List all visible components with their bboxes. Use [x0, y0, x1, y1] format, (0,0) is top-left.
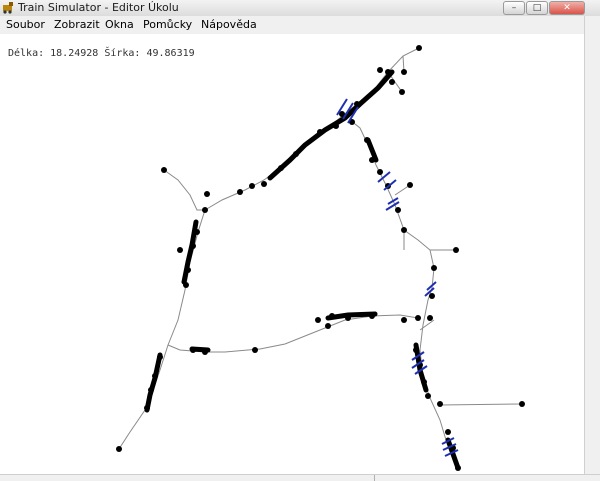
minimize-button[interactable]: – — [503, 1, 525, 15]
track-node — [407, 182, 413, 188]
track-node — [329, 313, 335, 319]
track-node — [425, 393, 431, 399]
track-node — [431, 265, 437, 271]
track-node — [317, 129, 323, 135]
right-panel — [584, 16, 600, 480]
track-node — [395, 207, 401, 213]
menu-bar: Soubor Zobrazit Okna Pomůcky Nápověda — [0, 16, 588, 35]
maximize-button[interactable]: □ — [526, 1, 548, 15]
track-node — [190, 243, 196, 249]
station-track — [325, 311, 378, 321]
menu-okna[interactable]: Okna — [103, 17, 136, 33]
track-node — [385, 69, 391, 75]
track-map[interactable] — [0, 34, 584, 474]
track-segment — [349, 119, 459, 469]
station-clusters — [144, 69, 461, 471]
track-node — [399, 89, 405, 95]
track-node — [401, 69, 407, 75]
track-nodes — [116, 45, 525, 471]
track-node — [144, 405, 150, 411]
track-node — [415, 315, 421, 321]
track-node — [325, 323, 331, 329]
track-node — [315, 317, 321, 323]
track-segment — [439, 403, 523, 406]
menu-zobrazit[interactable]: Zobrazit — [52, 17, 102, 33]
track-segment — [163, 169, 205, 211]
track-node — [202, 207, 208, 213]
track-node — [427, 315, 433, 321]
track-node — [401, 317, 407, 323]
track-node — [293, 151, 299, 157]
track-node — [190, 347, 196, 353]
track-node — [185, 267, 191, 273]
track-node — [369, 157, 375, 163]
track-node — [148, 387, 154, 393]
track-segment — [419, 319, 435, 331]
track-node — [161, 167, 167, 173]
track-node — [202, 349, 208, 355]
track-node — [261, 181, 267, 187]
track-node — [278, 165, 284, 171]
track-node — [519, 401, 525, 407]
locomotive-icon — [3, 2, 13, 14]
status-divider — [374, 475, 375, 481]
track-node — [333, 123, 339, 129]
track-node — [413, 347, 419, 353]
track-node — [437, 401, 443, 407]
track-node — [152, 373, 158, 379]
track-node — [252, 347, 258, 353]
track-node — [377, 169, 383, 175]
track-node — [354, 101, 360, 107]
title-bar: Train Simulator - Editor Úkolu – □ ✕ — [0, 0, 600, 17]
track-node — [377, 67, 383, 73]
track-node — [416, 45, 422, 51]
track-node — [445, 429, 451, 435]
track-node — [157, 354, 163, 360]
track-node — [401, 227, 407, 233]
menu-soubor[interactable]: Soubor — [4, 17, 47, 33]
menu-napoveda[interactable]: Nápověda — [199, 17, 259, 33]
track-node — [177, 247, 183, 253]
track-node — [204, 191, 210, 197]
track-segment — [167, 314, 419, 353]
track-node — [369, 313, 375, 319]
window-title: Train Simulator - Editor Úkolu — [18, 1, 179, 14]
track-node — [249, 183, 255, 189]
track-node — [194, 229, 200, 235]
track-node — [429, 293, 435, 299]
coordinate-readout: Délka: 18.24928 Šírka: 49.86319 — [8, 48, 195, 59]
station-track — [144, 352, 163, 413]
map-canvas[interactable]: Délka: 18.24928 Šírka: 49.86319 — [0, 34, 584, 474]
menu-pomucky[interactable]: Pomůcky — [141, 17, 194, 33]
track-node — [364, 137, 370, 143]
track-node — [183, 282, 189, 288]
track-node — [237, 189, 243, 195]
track-node — [453, 247, 459, 253]
track-lines — [118, 47, 523, 469]
track-node — [116, 446, 122, 452]
close-button[interactable]: ✕ — [549, 1, 585, 15]
track-node — [389, 79, 395, 85]
track-node — [421, 379, 427, 385]
track-node — [345, 315, 351, 321]
track-node — [455, 465, 461, 471]
